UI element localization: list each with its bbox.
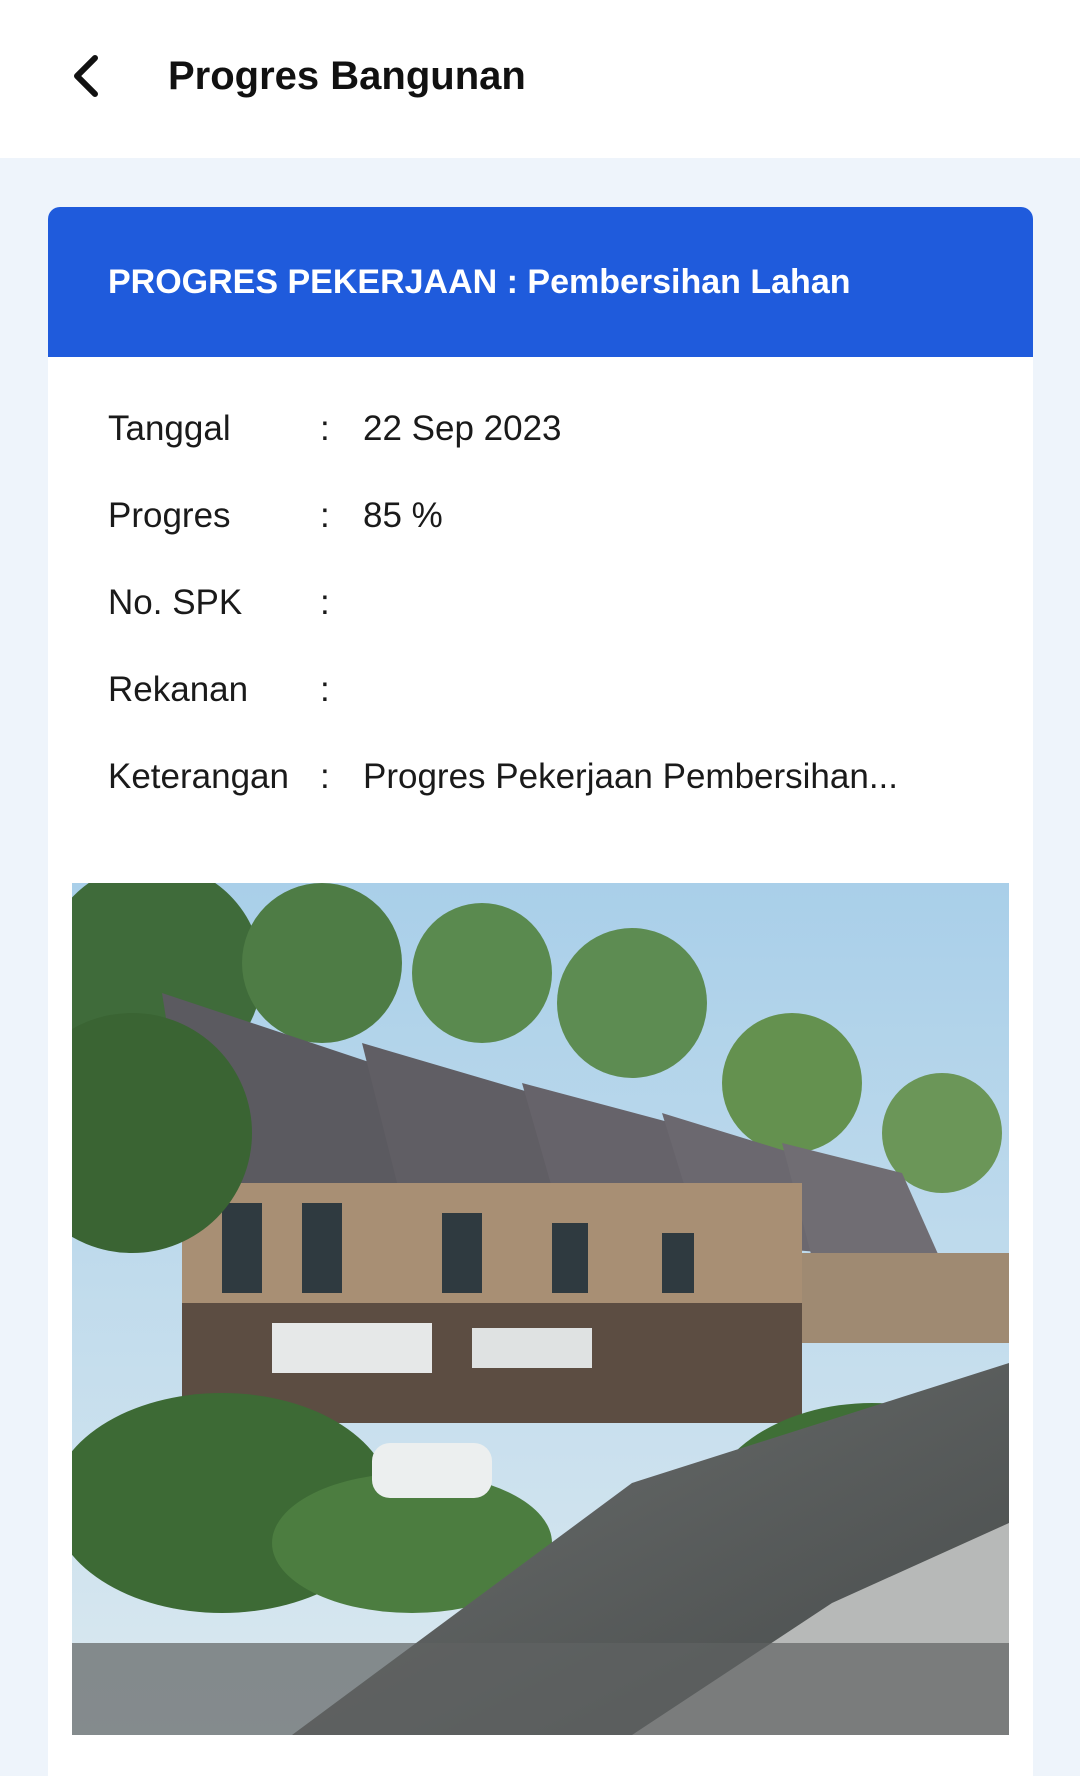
info-value-progres: 85 %	[363, 496, 443, 535]
house-rendering-image	[72, 883, 1009, 1735]
info-separator: :	[320, 757, 330, 796]
info-separator: :	[320, 409, 330, 448]
card-header-title: PROGRES PEKERJAAN : Pembersihan Lahan	[108, 263, 851, 301]
info-list: Tanggal : 22 Sep 2023 Progres : 85 % No.…	[48, 357, 1033, 842]
progress-photo[interactable]	[72, 883, 1009, 1735]
info-separator: :	[320, 670, 330, 709]
progress-card: PROGRES PEKERJAAN : Pembersihan Lahan Ta…	[48, 207, 1033, 1776]
info-row-no-spk: No. SPK :	[108, 581, 1033, 668]
info-row-tanggal: Tanggal : 22 Sep 2023	[108, 407, 1033, 494]
info-label: No. SPK	[108, 583, 243, 622]
card-header: PROGRES PEKERJAAN : Pembersihan Lahan	[48, 207, 1033, 357]
info-label: Progres	[108, 496, 231, 535]
info-label: Keterangan	[108, 757, 289, 796]
page-title: Progres Bangunan	[168, 54, 526, 98]
info-separator: :	[320, 496, 330, 535]
info-row-rekanan: Rekanan :	[108, 668, 1033, 755]
info-separator: :	[320, 583, 330, 622]
chevron-left-icon	[74, 55, 98, 97]
info-value-tanggal: 22 Sep 2023	[363, 409, 562, 448]
info-row-keterangan: Keterangan : Progres Pekerjaan Pembersih…	[108, 755, 1033, 842]
info-row-progres: Progres : 85 %	[108, 494, 1033, 581]
app-bar: Progres Bangunan	[0, 0, 1080, 158]
info-label: Rekanan	[108, 670, 249, 709]
info-value-keterangan[interactable]: Progres Pekerjaan Pembersihan...	[363, 755, 923, 799]
back-button[interactable]	[58, 44, 114, 108]
info-label: Tanggal	[108, 409, 231, 448]
